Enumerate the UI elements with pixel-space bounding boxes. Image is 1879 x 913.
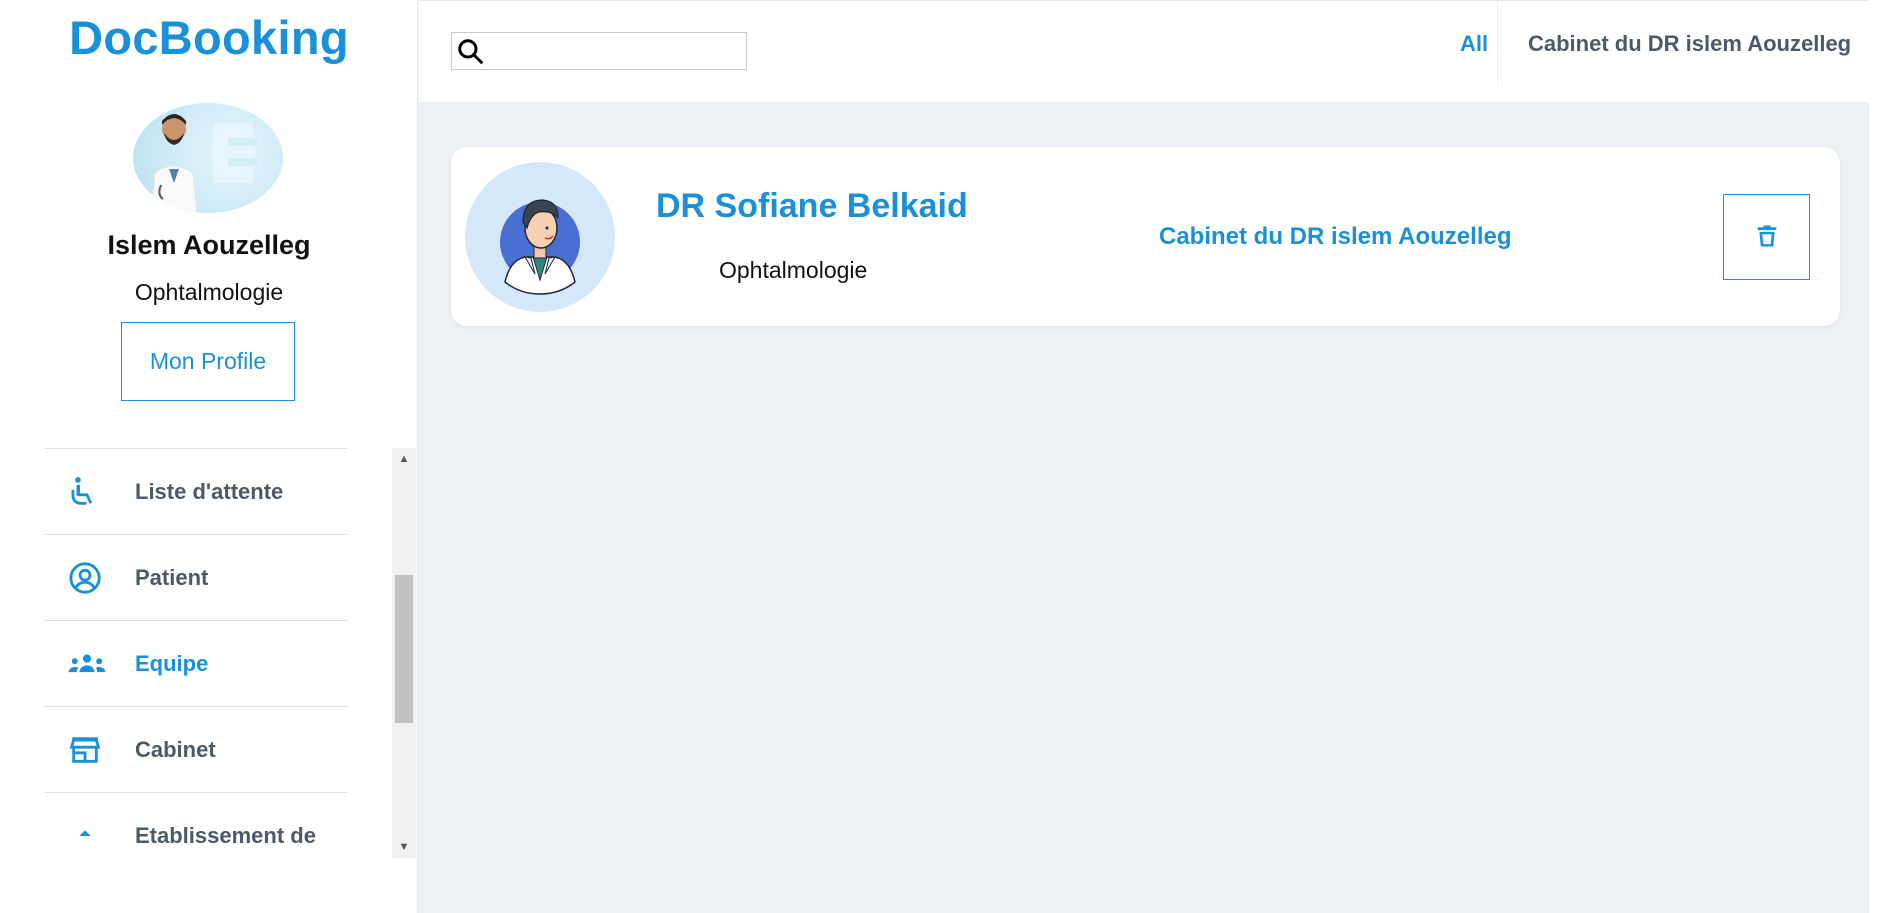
doctor-specialty: Ophtalmologie [719, 257, 868, 283]
sidebar-menu: Liste d'attente Patient Equipe Cabinet E… [44, 448, 348, 858]
app: DocBooking Islem Aouzelleg Ophtalmologie… [0, 0, 1879, 913]
right-edge [1869, 0, 1879, 913]
doctor-cabinet[interactable]: Cabinet du DR islem Aouzelleg [1159, 223, 1512, 251]
sidebar-item-patient[interactable]: Patient [44, 534, 348, 620]
my-profile-button[interactable]: Mon Profile [121, 322, 295, 401]
sidebar-item-label: Patient [135, 564, 209, 590]
scrollbar-thumb[interactable] [395, 575, 413, 723]
tab-cabinet[interactable]: Cabinet du DR islem Aouzelleg [1528, 31, 1851, 57]
wheelchair-icon [68, 475, 102, 509]
sidebar-scrollbar[interactable]: ▲ ▼ [392, 448, 416, 858]
brand-logo[interactable]: DocBooking [0, 10, 418, 65]
group-icon [68, 647, 106, 681]
delete-button[interactable] [1723, 194, 1810, 280]
search-icon [456, 37, 486, 67]
sidebar: DocBooking Islem Aouzelleg Ophtalmologie… [0, 0, 418, 913]
tab-all[interactable]: All [1439, 31, 1509, 57]
doctor-name[interactable]: DR Sofiane Belkaid [656, 187, 968, 226]
search-input[interactable] [490, 35, 742, 67]
user-specialty: Ophtalmologie [134, 279, 284, 305]
sidebar-item-label: Liste d'attente [135, 478, 284, 504]
trash-icon [1753, 221, 1781, 254]
user-circle-icon [68, 561, 102, 595]
search-box[interactable] [451, 32, 747, 70]
chevron-up-icon [68, 819, 102, 853]
store-icon [68, 733, 102, 767]
top-bar: All Cabinet du DR islem Aouzelleg [419, 0, 1869, 102]
scroll-up-arrow-icon[interactable]: ▲ [392, 448, 416, 470]
sidebar-item-establishment[interactable]: Etablissement de [44, 792, 348, 858]
sidebar-item-label: Etablissement de [135, 822, 316, 848]
user-avatar [133, 103, 283, 213]
user-name: Islem Aouzelleg [107, 230, 311, 260]
sidebar-item-label: Cabinet [135, 736, 216, 762]
sidebar-item-label: Equipe [135, 650, 209, 676]
sidebar-item-cabinet[interactable]: Cabinet [44, 706, 348, 792]
team-member-card: DR Sofiane Belkaid Ophtalmologie Cabinet… [451, 147, 1840, 326]
sidebar-item-waiting-list[interactable]: Liste d'attente [44, 448, 348, 534]
sidebar-item-team[interactable]: Equipe [44, 620, 348, 706]
doctor-avatar [465, 162, 615, 312]
scroll-down-arrow-icon[interactable]: ▼ [392, 836, 416, 858]
tab-divider [1497, 1, 1498, 87]
